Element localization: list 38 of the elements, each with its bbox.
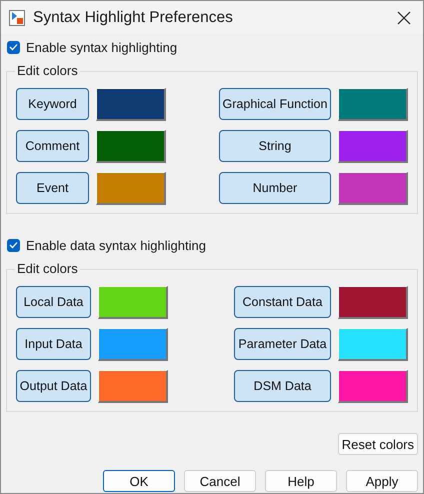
color-swatch[interactable] bbox=[338, 286, 408, 319]
color-label-button[interactable]: Parameter Data bbox=[234, 328, 331, 360]
color-label-button[interactable]: Local Data bbox=[16, 286, 91, 318]
color-swatch[interactable] bbox=[338, 130, 408, 163]
color-swatch[interactable] bbox=[98, 328, 168, 361]
app-icon bbox=[9, 10, 25, 26]
color-label-button[interactable]: Output Data bbox=[16, 370, 91, 402]
color-label-button[interactable]: Graphical Function bbox=[219, 88, 331, 120]
color-swatch[interactable] bbox=[96, 88, 166, 121]
checkbox[interactable] bbox=[7, 40, 20, 54]
color-swatch[interactable] bbox=[338, 172, 408, 205]
dialog-button[interactable]: Help bbox=[265, 470, 337, 492]
color-swatch[interactable] bbox=[96, 172, 166, 205]
dialog-button[interactable]: Apply bbox=[346, 470, 418, 492]
color-label-button[interactable]: Keyword bbox=[16, 88, 89, 120]
color-label-button[interactable]: Number bbox=[219, 172, 331, 204]
color-swatch[interactable] bbox=[98, 370, 168, 403]
color-label-button[interactable]: String bbox=[219, 130, 331, 162]
color-swatch[interactable] bbox=[338, 370, 408, 403]
reset-colors-button[interactable]: Reset colors bbox=[338, 433, 418, 455]
group-title: Edit colors bbox=[15, 63, 80, 78]
color-swatch[interactable] bbox=[98, 286, 168, 319]
color-label-button[interactable]: Comment bbox=[16, 130, 89, 162]
color-swatch[interactable] bbox=[338, 328, 408, 361]
color-swatch[interactable] bbox=[96, 130, 166, 163]
window-title: Syntax Highlight Preferences bbox=[33, 8, 234, 26]
checkbox[interactable] bbox=[7, 238, 20, 252]
color-swatch[interactable] bbox=[338, 88, 408, 121]
dialog-button[interactable]: Cancel bbox=[184, 470, 256, 492]
checkbox-label: Enable syntax highlighting bbox=[26, 40, 178, 54]
color-label-button[interactable]: Event bbox=[16, 172, 89, 204]
close-icon[interactable] bbox=[397, 10, 411, 24]
color-label-button[interactable]: Constant Data bbox=[234, 286, 331, 318]
color-label-button[interactable]: DSM Data bbox=[234, 370, 331, 402]
dialog-button[interactable]: OK bbox=[103, 470, 175, 492]
color-label-button[interactable]: Input Data bbox=[16, 328, 91, 360]
checkbox-label: Enable data syntax highlighting bbox=[26, 238, 206, 252]
group-title: Edit colors bbox=[15, 261, 80, 276]
